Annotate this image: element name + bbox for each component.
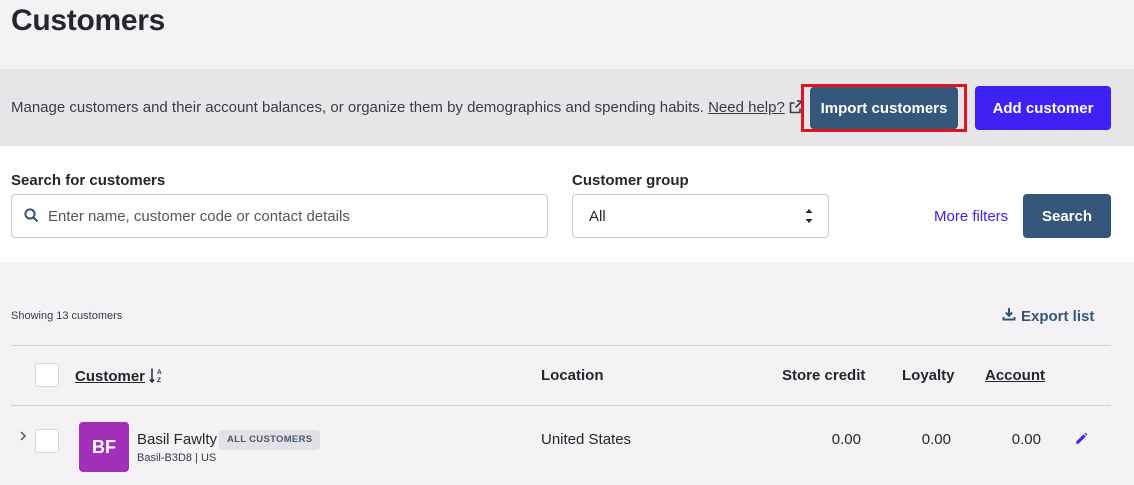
column-header-location: Location — [541, 367, 604, 384]
import-customers-button[interactable]: Import customers — [810, 87, 958, 129]
svg-text:Z: Z — [157, 377, 161, 384]
row-checkbox[interactable] — [35, 429, 59, 453]
table-header-divider — [11, 405, 1111, 406]
download-icon — [1002, 307, 1016, 325]
avatar: BF — [79, 422, 129, 472]
search-button[interactable]: Search — [1023, 194, 1111, 238]
pencil-icon[interactable] — [1074, 432, 1088, 451]
search-field[interactable] — [11, 194, 548, 238]
customer-account: 0.00 — [1011, 431, 1041, 448]
customer-loyalty: 0.00 — [921, 431, 951, 448]
sort-az-icon[interactable]: AZ — [149, 367, 163, 388]
more-filters-link[interactable]: More filters — [934, 208, 1008, 225]
banner-description-text: Manage customers and their account balan… — [11, 99, 704, 116]
import-highlight: Import customers — [801, 84, 967, 132]
need-help-link[interactable]: Need help? — [708, 99, 785, 116]
customer-name[interactable]: Basil Fawlty — [137, 431, 217, 448]
column-header-store-credit: Store credit — [782, 367, 866, 384]
table-top-divider — [11, 345, 1111, 346]
export-list-label: Export list — [1021, 307, 1095, 325]
add-customer-button[interactable]: Add customer — [975, 86, 1111, 130]
column-header-customer[interactable]: Customer A Z — [75, 367, 163, 388]
select-all-checkbox[interactable] — [35, 363, 59, 387]
page-title: Customers — [11, 4, 166, 37]
chevron-right-icon[interactable] — [19, 430, 27, 445]
export-list-button[interactable]: Export list — [1002, 307, 1094, 325]
customer-group-select[interactable]: All — [572, 194, 829, 238]
search-input[interactable] — [48, 205, 528, 227]
results-count: Showing 13 customers — [11, 310, 123, 322]
svg-text:A: A — [157, 369, 162, 376]
customer-store-credit: 0.00 — [831, 431, 861, 448]
customer-group-label: Customer group — [572, 172, 689, 189]
customer-group-badge: ALL CUSTOMERS — [219, 430, 321, 450]
search-label: Search for customers — [11, 172, 166, 189]
column-header-customer-label: Customer — [75, 368, 146, 385]
customer-location: United States — [541, 431, 632, 448]
search-panel: Search for customers Customer group All … — [0, 146, 1134, 262]
banner-description: Manage customers and their account balan… — [11, 99, 803, 118]
search-icon — [24, 208, 39, 228]
info-banner: Manage customers and their account balan… — [0, 69, 1134, 146]
select-arrows-icon — [804, 205, 814, 232]
customer-code: Basil-B3D8 | US — [137, 452, 217, 464]
column-header-account[interactable]: Account — [985, 367, 1045, 384]
customer-group-value: All — [589, 208, 606, 225]
column-header-loyalty: Loyalty — [902, 367, 955, 384]
